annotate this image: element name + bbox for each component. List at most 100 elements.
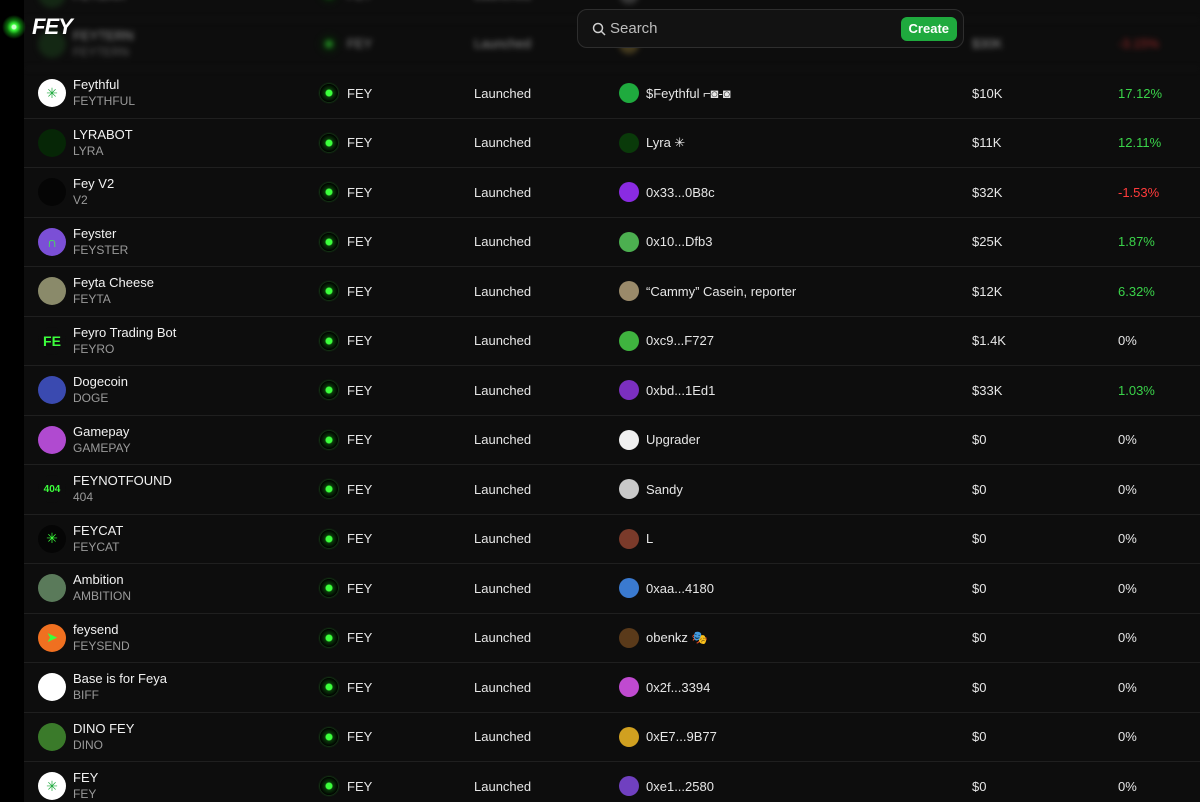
creator-cell[interactable]: “Cammy” Casein, reporter — [619, 267, 949, 316]
change-cell: 0% — [1118, 531, 1137, 547]
status-cell: Launched — [474, 679, 532, 695]
creator-name[interactable]: 0xaa...4180 — [646, 581, 714, 596]
token-cell[interactable]: FEYDAR — [38, 0, 298, 19]
table-row[interactable]: ➤ feysend FEYSEND FEY Launched obenkz 🎭 $0 0% — [24, 614, 1200, 663]
table-row[interactable]: FE Feyro Trading Bot FEYRO FEY Launched 0xc9.… — [24, 317, 1200, 366]
token-cell[interactable]: ➤ feysend FEYSEND — [38, 614, 298, 663]
table-row[interactable]: ∩ Feyster FEYSTER FEY Launched 0x10...Dfb3 $25… — [24, 218, 1200, 267]
table-row[interactable]: Feyta Cheese FEYTA FEY Launched “Cammy” Case… — [24, 267, 1200, 317]
token-cell[interactable]: ✳ FEYCAT FEYCAT — [38, 515, 298, 564]
token-avatar: ➤ — [38, 623, 66, 652]
creator-cell[interactable]: 0xbd...1Ed1 — [619, 366, 949, 415]
token-symbol: FEYTERN — [73, 44, 130, 59]
creator-name[interactable]: obenkz 🎭 — [646, 630, 708, 646]
table-row[interactable]: Fey V2 V2 FEY Launched 0x33...0B8c $32K -1.53% — [24, 168, 1200, 218]
creator-cell[interactable]: 0xc9...F727 — [619, 317, 949, 366]
token-names: Gamepay GAMEPAY — [73, 423, 131, 457]
token-cell[interactable]: FE Feyro Trading Bot FEYRO — [38, 317, 298, 366]
creator-name[interactable]: Sandy — [646, 482, 683, 497]
token-symbol: 404 — [73, 490, 94, 505]
chain-cell: FEY — [320, 0, 430, 19]
creator-name[interactable]: 0x2f...3394 — [646, 680, 710, 695]
creator-cell[interactable]: Sandy — [619, 465, 949, 514]
creator-name[interactable]: L — [646, 531, 653, 546]
token-cell[interactable]: FEYTERN FEYTERN — [38, 20, 298, 69]
status-cell: Launched — [474, 580, 532, 596]
token-cell[interactable]: ✳ FEY FEY — [38, 762, 298, 802]
table-row[interactable]: Base is for Feya BIFF FEY Launched 0x2f...33… — [24, 663, 1200, 713]
creator-cell[interactable]: obenkz 🎭 — [619, 614, 949, 663]
table-row[interactable]: ✳ FEYCAT FEYCAT FEY Launched L $0 0% — [24, 515, 1200, 564]
token-cell[interactable]: Base is for Feya BIFF — [38, 663, 298, 712]
token-cell[interactable]: Feyta Cheese FEYTA — [38, 267, 298, 316]
creator-name[interactable]: 0xE7...9B77 — [646, 729, 717, 744]
status-cell: Launched — [474, 481, 532, 497]
token-cell[interactable]: ✳ Feythful FEYTHFUL — [38, 69, 298, 118]
market-cap-cell: $0 — [972, 729, 987, 745]
creator-cell[interactable]: L — [619, 515, 949, 564]
creator-name[interactable]: Lyra ✳ — [646, 135, 685, 151]
token-name: Feyster — [73, 225, 117, 241]
table-row[interactable]: LYRABOT LYRA FEY Launched Lyra ✳ $11K 12.11% — [24, 119, 1200, 168]
table-row[interactable]: 404 FEYNOTFOUND 404 FEY Launched Sandy $0 0% — [24, 465, 1200, 515]
token-cell[interactable]: Dogecoin DOGE — [38, 366, 298, 415]
chain-label: FEY — [347, 85, 373, 101]
fey-chain-icon — [320, 282, 338, 301]
status-cell: Launched — [474, 531, 532, 547]
creator-avatar — [619, 132, 639, 153]
status-cell: Launched — [474, 135, 532, 151]
table-row[interactable]: DINO FEY DINO FEY Launched 0xE7...9B77 $0 0% — [24, 713, 1200, 762]
table-row[interactable]: ✳ Feythful FEYTHFUL FEY Launched $Feythful ⌐◙… — [24, 69, 1200, 119]
creator-cell[interactable]: 0x33...0B8c — [619, 168, 949, 217]
token-cell[interactable]: 404 FEYNOTFOUND 404 — [38, 465, 298, 514]
creator-name[interactable]: 0x33...0B8c — [646, 185, 715, 200]
fey-logo-icon — [2, 15, 26, 39]
chain-cell: FEY — [320, 317, 430, 366]
creator-cell[interactable]: 0xaa...4180 — [619, 564, 949, 613]
market-cap-cell: $0 — [972, 481, 987, 497]
table-row[interactable]: ✳ FEY FEY FEY Launched 0xe1...2580 $0 0% — [24, 762, 1200, 802]
brand-logo[interactable]: FEY — [2, 14, 73, 40]
creator-cell[interactable]: 0xe1...2580 — [619, 762, 949, 802]
creator-name[interactable]: 0xe1...2580 — [646, 779, 714, 794]
chain-label: FEY — [347, 580, 373, 596]
creator-name[interactable]: 0x10...Dfb3 — [646, 234, 713, 249]
token-cell[interactable]: Fey V2 V2 — [38, 168, 298, 217]
creator-name[interactable]: $Feythful ⌐◙-◙ — [646, 86, 731, 101]
token-cell[interactable]: Ambition AMBITION — [38, 564, 298, 613]
change-cell: 0% — [1118, 432, 1137, 448]
fey-chain-icon — [320, 381, 338, 400]
chain-label: FEY — [347, 333, 373, 349]
chain-cell: FEY — [320, 366, 430, 415]
market-cap-cell: $12K — [972, 283, 1003, 299]
creator-avatar — [619, 578, 639, 599]
creator-cell[interactable]: 0xE7...9B77 — [619, 713, 949, 762]
chain-cell: FEY — [320, 465, 430, 514]
creator-cell[interactable]: 0x2f...3394 — [619, 663, 949, 712]
creator-name[interactable]: 0xc9...F727 — [646, 333, 714, 348]
create-button[interactable]: Create — [900, 16, 957, 41]
token-names: Dogecoin DOGE — [73, 373, 128, 407]
token-cell[interactable]: Gamepay GAMEPAY — [38, 416, 298, 465]
creator-name[interactable]: Upgrader — [646, 432, 700, 447]
creator-name[interactable]: 0xbd...1Ed1 — [646, 383, 715, 398]
search-bar[interactable]: Search Create — [577, 9, 964, 48]
token-cell[interactable]: LYRABOT LYRA — [38, 119, 298, 168]
creator-cell[interactable]: 0x10...Dfb3 — [619, 218, 949, 267]
table-row[interactable]: Ambition AMBITION FEY Launched 0xaa...4180 $0… — [24, 564, 1200, 614]
creator-name[interactable]: “Cammy” Casein, reporter — [646, 284, 796, 299]
token-symbol: AMBITION — [73, 589, 132, 604]
token-symbol: FEY — [73, 787, 97, 802]
table-row[interactable]: Dogecoin DOGE FEY Launched 0xbd...1Ed1 $33K 1.… — [24, 366, 1200, 416]
token-cell[interactable]: ∩ Feyster FEYSTER — [38, 218, 298, 267]
table-row[interactable]: Gamepay GAMEPAY FEY Launched Upgrader $0 0% — [24, 416, 1200, 465]
creator-cell[interactable]: $Feythful ⌐◙-◙ — [619, 69, 949, 118]
token-cell[interactable]: DINO FEY DINO — [38, 713, 298, 762]
chain-cell: FEY — [320, 168, 430, 217]
token-avatar — [38, 277, 66, 306]
fey-chain-icon — [320, 727, 338, 746]
creator-cell[interactable]: Upgrader — [619, 416, 949, 465]
creator-cell[interactable]: Lyra ✳ — [619, 119, 949, 168]
token-name: Base is for Feya — [73, 671, 167, 687]
search-input[interactable]: Search — [610, 20, 901, 37]
